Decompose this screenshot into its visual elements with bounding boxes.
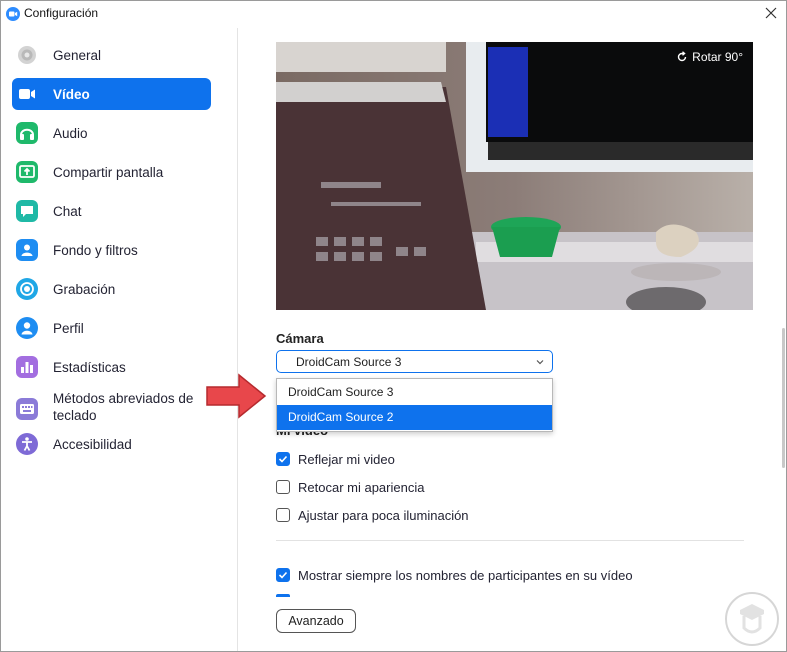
sidebar-item-general[interactable]: General [12, 39, 211, 71]
stats-icon [16, 356, 38, 378]
close-button[interactable] [756, 1, 786, 25]
chat-icon [16, 200, 38, 222]
checkmark-icon [278, 571, 288, 579]
camera-dropdown-list: DroidCam Source 3 DroidCam Source 2 [276, 378, 553, 432]
sidebar-item-chat[interactable]: Chat [12, 195, 211, 227]
sidebar-item-shortcuts[interactable]: Métodos abreviados de teclado [12, 389, 211, 429]
sidebar-item-background[interactable]: Fondo y filtros [12, 234, 211, 266]
video-icon [16, 83, 38, 105]
sidebar-item-label-line2: teclado [53, 408, 97, 423]
sidebar-item-video[interactable]: Vídeo [12, 78, 211, 110]
close-icon [765, 7, 777, 19]
mirror-video-label: Reflejar mi video [298, 451, 395, 467]
sidebar-item-label: Métodos abreviados de [53, 391, 194, 406]
section-divider [276, 540, 744, 541]
sidebar-item-share-screen[interactable]: Compartir pantalla [12, 156, 211, 188]
partial-checkbox[interactable] [276, 594, 290, 597]
sidebar-item-recording[interactable]: Grabación [12, 273, 211, 305]
scrollbar[interactable] [778, 328, 786, 468]
show-names-label: Mostrar siempre los nombres de participa… [298, 567, 633, 583]
sidebar-item-statistics[interactable]: Estadísticas [12, 351, 211, 383]
mirror-video-option[interactable]: Reflejar mi video [276, 450, 395, 468]
sidebar-item-accessibility[interactable]: Accesibilidad [12, 428, 211, 460]
mirror-video-checkbox[interactable] [276, 452, 290, 466]
camera-select-value: DroidCam Source 3 [296, 355, 402, 369]
low-light-checkbox[interactable] [276, 508, 290, 522]
sidebar-item-label: Accesibilidad [53, 436, 132, 452]
touch-up-checkbox[interactable] [276, 480, 290, 494]
sidebar-item-label: Estadísticas [53, 359, 126, 375]
sidebar-item-label: Chat [53, 203, 82, 219]
sidebar-item-profile[interactable]: Perfil [12, 312, 211, 344]
keyboard-icon [16, 398, 38, 420]
share-screen-icon [16, 161, 38, 183]
sidebar-item-label: Vídeo [53, 86, 90, 102]
gear-icon [16, 44, 38, 66]
sidebar-item-label: Audio [53, 125, 88, 141]
rotate-label: Rotar 90° [692, 50, 743, 64]
camera-option[interactable]: DroidCam Source 3 [277, 380, 552, 405]
rotate-icon [678, 51, 687, 62]
sidebar-item-label: Compartir pantalla [53, 164, 164, 180]
zoom-app-icon [6, 7, 20, 21]
profile-icon [16, 317, 38, 339]
camera-label: Cámara [276, 331, 324, 346]
advanced-button[interactable]: Avanzado [276, 609, 356, 633]
window-title: Configuración [24, 6, 99, 20]
sidebar-item-label: Fondo y filtros [53, 242, 138, 258]
red-arrow-annotation [206, 373, 267, 419]
camera-option-highlighted[interactable]: DroidCam Source 2 [277, 405, 552, 430]
settings-window: Configuración General Vídeo Audio Compar… [0, 0, 787, 652]
title-bar: Configuración [1, 1, 786, 27]
watermark-logo [725, 592, 779, 646]
camera-preview: Rotar 90° [276, 42, 753, 310]
scrollbar-thumb[interactable] [782, 328, 785, 468]
headphones-icon [16, 122, 38, 144]
camera-preview-image [276, 42, 753, 310]
show-names-option[interactable]: Mostrar siempre los nombres de participa… [276, 566, 633, 584]
checkmark-icon [278, 455, 288, 463]
rotate-button[interactable]: Rotar 90° [672, 48, 747, 66]
record-icon [16, 278, 38, 300]
touch-up-option[interactable]: Retocar mi apariencia [276, 478, 424, 496]
sidebar-item-label: Perfil [53, 320, 84, 336]
settings-sidebar: General Vídeo Audio Compartir pantalla C… [1, 28, 238, 651]
sidebar-item-label: Grabación [53, 281, 116, 297]
sidebar-item-label: General [53, 47, 102, 63]
show-names-checkbox[interactable] [276, 568, 290, 582]
accessibility-icon [16, 433, 38, 455]
person-background-icon [16, 239, 38, 261]
chevron-down-icon [536, 360, 544, 365]
low-light-label: Ajustar para poca iluminación [298, 507, 469, 523]
low-light-option[interactable]: Ajustar para poca iluminación [276, 506, 469, 524]
touch-up-label: Retocar mi apariencia [298, 479, 425, 495]
camera-select[interactable]: DroidCam Source 3 [276, 350, 553, 373]
sidebar-item-audio[interactable]: Audio [12, 117, 211, 149]
video-settings-panel: Rotar 90° Cámara DroidCam Source 3 Droid… [238, 28, 786, 651]
